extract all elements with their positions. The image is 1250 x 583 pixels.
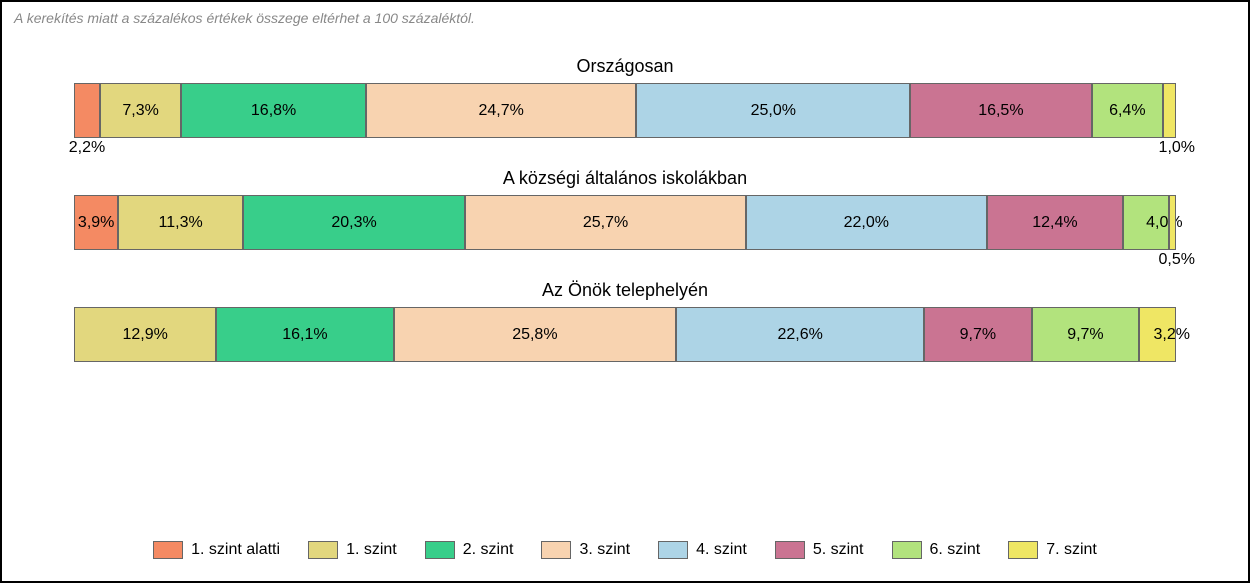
bars-area: Országosan 2,2% 7,3% 16,8% 24,7% 25,0% 1… bbox=[14, 56, 1236, 362]
segment-label: 24,7% bbox=[478, 102, 523, 120]
chart-container: A kerekítés miatt a százalékos értékek ö… bbox=[0, 0, 1250, 583]
swatch-icon bbox=[425, 541, 455, 559]
segment-3-szint: 25,8% bbox=[394, 307, 677, 362]
segment-label: 9,7% bbox=[1067, 326, 1103, 344]
segment-5-szint: 9,7% bbox=[924, 307, 1032, 362]
legend-item: 6. szint bbox=[892, 541, 981, 559]
segment-5-szint: 16,5% bbox=[910, 83, 1091, 138]
legend-label: 1. szint alatti bbox=[191, 541, 280, 559]
bar-group-orszagosan: Országosan 2,2% 7,3% 16,8% 24,7% 25,0% 1… bbox=[74, 56, 1176, 138]
segment-2-szint: 16,1% bbox=[216, 307, 393, 362]
segment-label: 12,4% bbox=[1032, 214, 1077, 232]
segment-label: 0,5% bbox=[1159, 249, 1195, 269]
segment-label: 12,9% bbox=[122, 326, 167, 344]
bar-group-onok: Az Önök telephelyén 12,9% 16,1% 25,8% 22… bbox=[74, 280, 1176, 362]
legend-label: 4. szint bbox=[696, 541, 747, 559]
stacked-bar: 3,9% 11,3% 20,3% 25,7% 22,0% 12,4% 4,0% … bbox=[74, 195, 1176, 250]
bar-title: Országosan bbox=[74, 56, 1176, 77]
legend-label: 2. szint bbox=[463, 541, 514, 559]
legend-item: 3. szint bbox=[541, 541, 630, 559]
segment-label: 25,8% bbox=[512, 326, 557, 344]
swatch-icon bbox=[153, 541, 183, 559]
swatch-icon bbox=[658, 541, 688, 559]
segment-label: 20,3% bbox=[331, 214, 376, 232]
bar-group-kozsegi: A községi általános iskolákban 3,9% 11,3… bbox=[74, 168, 1176, 250]
segment-label: 22,0% bbox=[844, 214, 889, 232]
segment-label: 16,8% bbox=[251, 102, 296, 120]
segment-label: 25,7% bbox=[583, 214, 628, 232]
legend-label: 3. szint bbox=[579, 541, 630, 559]
stacked-bar: 12,9% 16,1% 25,8% 22,6% 9,7% 9,7% 3,2% bbox=[74, 307, 1176, 362]
segment-label: 3,9% bbox=[78, 214, 114, 232]
segment-3-szint: 24,7% bbox=[366, 83, 637, 138]
legend-item: 5. szint bbox=[775, 541, 864, 559]
segment-6-szint: 4,0% bbox=[1123, 195, 1168, 250]
legend-label: 1. szint bbox=[346, 541, 397, 559]
segment-6-szint: 6,4% bbox=[1092, 83, 1164, 138]
segment-label: 2,2% bbox=[69, 137, 105, 157]
legend-label: 5. szint bbox=[813, 541, 864, 559]
segment-label: 11,3% bbox=[159, 214, 203, 232]
segment-label: 16,1% bbox=[282, 326, 327, 344]
segment-4-szint: 22,6% bbox=[676, 307, 924, 362]
legend-item: 4. szint bbox=[658, 541, 747, 559]
legend-item: 7. szint bbox=[1008, 541, 1097, 559]
segment-1-szint: 7,3% bbox=[100, 83, 181, 138]
segment-label: 7,3% bbox=[122, 102, 158, 120]
swatch-icon bbox=[1008, 541, 1038, 559]
legend: 1. szint alatti 1. szint 2. szint 3. szi… bbox=[2, 541, 1248, 559]
segment-1-szint: 11,3% bbox=[118, 195, 243, 250]
segment-2-szint: 16,8% bbox=[181, 83, 366, 138]
segment-label: 3,2% bbox=[1154, 326, 1190, 344]
segment-label: 16,5% bbox=[978, 102, 1023, 120]
swatch-icon bbox=[541, 541, 571, 559]
segment-5-szint: 12,4% bbox=[987, 195, 1124, 250]
segment-1-szint-alatti: 3,9% bbox=[74, 195, 118, 250]
swatch-icon bbox=[308, 541, 338, 559]
rounding-note: A kerekítés miatt a százalékos értékek ö… bbox=[14, 10, 1236, 26]
segment-7-szint: 0,5% bbox=[1169, 195, 1176, 250]
segment-6-szint: 9,7% bbox=[1032, 307, 1140, 362]
segment-label: 1,0% bbox=[1159, 137, 1195, 157]
segment-3-szint: 25,7% bbox=[465, 195, 746, 250]
segment-label: 25,0% bbox=[751, 102, 796, 120]
legend-item: 1. szint bbox=[308, 541, 397, 559]
segment-label: 22,6% bbox=[777, 326, 822, 344]
segment-7-szint: 1,0% bbox=[1163, 83, 1176, 138]
segment-label: 4,0% bbox=[1146, 214, 1182, 232]
segment-7-szint: 3,2% bbox=[1139, 307, 1176, 362]
segment-1-szint: 12,9% bbox=[74, 307, 216, 362]
legend-label: 7. szint bbox=[1046, 541, 1097, 559]
stacked-bar: 2,2% 7,3% 16,8% 24,7% 25,0% 16,5% 6,4% 1… bbox=[74, 83, 1176, 138]
segment-1-szint-alatti: 2,2% bbox=[74, 83, 100, 138]
legend-item: 2. szint bbox=[425, 541, 514, 559]
swatch-icon bbox=[775, 541, 805, 559]
segment-label: 6,4% bbox=[1109, 102, 1145, 120]
bar-title: Az Önök telephelyén bbox=[74, 280, 1176, 301]
segment-4-szint: 22,0% bbox=[746, 195, 987, 250]
segment-4-szint: 25,0% bbox=[636, 83, 910, 138]
swatch-icon bbox=[892, 541, 922, 559]
segment-2-szint: 20,3% bbox=[243, 195, 465, 250]
legend-label: 6. szint bbox=[930, 541, 981, 559]
segment-label: 9,7% bbox=[960, 326, 996, 344]
legend-item: 1. szint alatti bbox=[153, 541, 280, 559]
bar-title: A községi általános iskolákban bbox=[74, 168, 1176, 189]
